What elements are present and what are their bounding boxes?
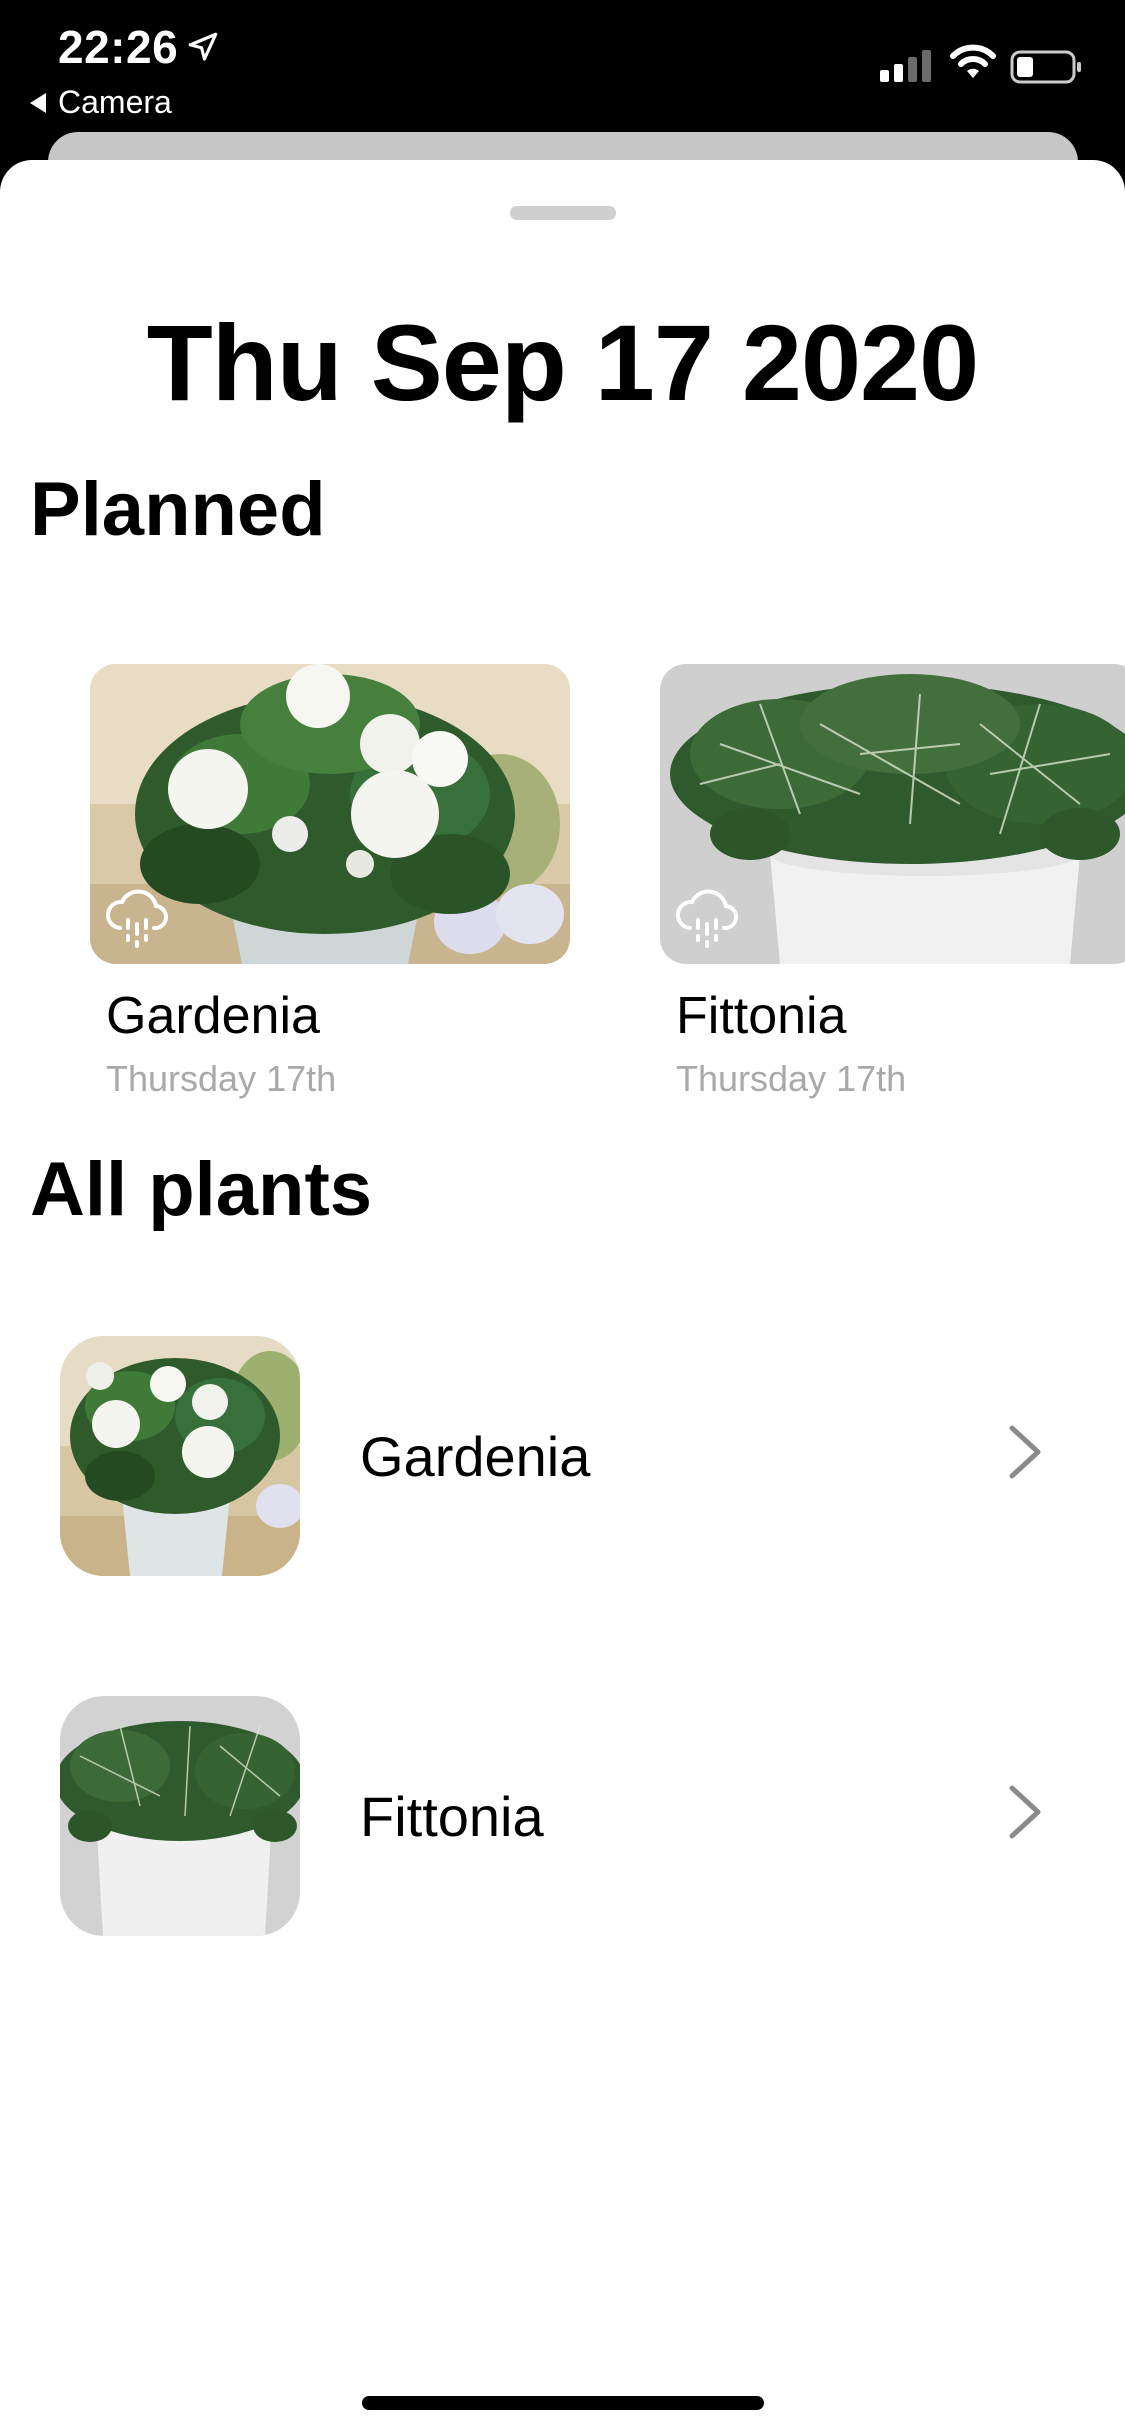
- plant-row-gardenia[interactable]: Gardenia: [0, 1336, 1125, 1576]
- plant-row-name: Fittonia: [360, 1785, 544, 1848]
- date-title: Thu Sep 17 2020: [146, 302, 979, 423]
- all-plants-heading: All plants: [30, 1147, 373, 1232]
- chevron-right-icon: [1006, 1782, 1046, 1847]
- back-to-camera-link[interactable]: Camera: [30, 84, 172, 121]
- plan-sheet: Thu Sep 17 2020 Planned Gardenia Thursda…: [0, 160, 1125, 2436]
- rain-cloud-icon: [104, 886, 170, 955]
- location-arrow-icon: [186, 30, 220, 69]
- home-indicator[interactable]: [362, 2396, 764, 2410]
- planned-plant-name: Fittonia: [676, 987, 847, 1045]
- cellular-signal-icon: [880, 48, 936, 87]
- chevron-right-icon: [1006, 1422, 1046, 1487]
- plant-row-name: Gardenia: [360, 1425, 591, 1488]
- fittonia-thumbnail: [60, 1696, 300, 1936]
- planned-card-gardenia[interactable]: Gardenia Thursday 17th: [90, 664, 570, 1099]
- wifi-icon: [950, 42, 996, 87]
- planned-plant-date: Thursday 17th: [676, 1058, 907, 1099]
- planned-plant-date: Thursday 17th: [106, 1058, 337, 1099]
- planned-plant-name: Gardenia: [106, 987, 320, 1045]
- gardenia-thumbnail: [60, 1336, 300, 1576]
- gardenia-photo: [90, 664, 570, 964]
- back-triangle-icon: [30, 92, 46, 113]
- fittonia-photo: [660, 664, 1125, 964]
- planned-card-fittonia[interactable]: Fittonia Thursday 17th: [660, 664, 1125, 1099]
- rain-cloud-icon: [674, 886, 740, 955]
- sheet-grabber[interactable]: [510, 206, 616, 220]
- back-app-label: Camera: [58, 84, 172, 120]
- battery-icon: [1010, 50, 1082, 89]
- status-time: 22:26: [58, 21, 179, 73]
- planned-heading: Planned: [30, 467, 326, 552]
- plant-row-fittonia[interactable]: Fittonia: [0, 1696, 1125, 1936]
